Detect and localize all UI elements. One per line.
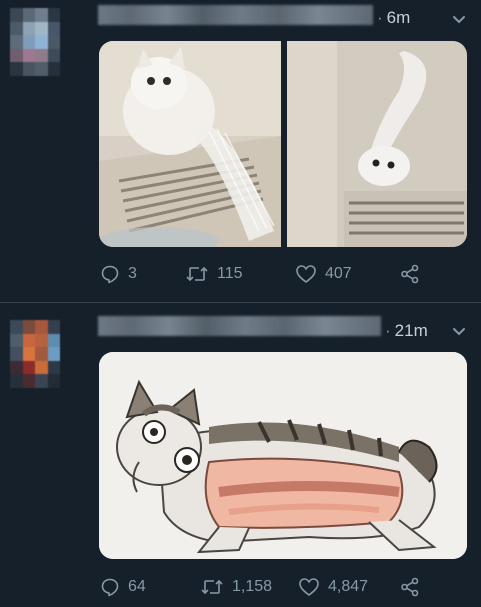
tweet-media[interactable] [99, 352, 467, 559]
share-button[interactable] [400, 262, 428, 286]
chevron-down-icon[interactable] [452, 13, 466, 27]
tweet[interactable]: · 6m 3 115 407 [0, 0, 481, 302]
cat-drawing [99, 352, 467, 559]
reply-button[interactable]: 64 [100, 575, 146, 599]
reply-icon [101, 265, 119, 284]
retweet-button[interactable]: 115 [185, 262, 243, 286]
share-icon [401, 264, 419, 284]
tweet-time[interactable]: · 6m [377, 8, 410, 28]
cat-photos [99, 41, 467, 247]
reply-count: 64 [128, 578, 146, 595]
retweet-count: 1,158 [232, 578, 273, 595]
like-count: 407 [325, 265, 352, 282]
author-name[interactable] [98, 5, 373, 25]
reply-icon [101, 578, 119, 597]
reply-count: 3 [128, 265, 137, 282]
avatar[interactable] [10, 320, 60, 388]
retweet-icon [201, 579, 223, 595]
reply-button[interactable]: 3 [100, 262, 137, 286]
retweet-count: 115 [217, 265, 243, 282]
tweet-media[interactable] [99, 41, 467, 247]
like-button[interactable]: 4,847 [298, 575, 368, 599]
share-button[interactable] [400, 575, 428, 599]
tweet-actions: 64 1,158 4,847 [100, 575, 430, 599]
tweet-actions: 3 115 407 [100, 262, 430, 286]
heart-icon [299, 578, 319, 596]
like-count: 4,847 [328, 578, 369, 595]
tweet-time[interactable]: · 21m [385, 321, 428, 341]
avatar[interactable] [10, 8, 60, 76]
share-icon [401, 577, 419, 597]
chevron-down-icon[interactable] [452, 325, 466, 339]
like-button[interactable]: 407 [295, 262, 352, 286]
time-separator: · [385, 321, 391, 340]
time-separator: · [377, 8, 383, 27]
retweet-icon [186, 266, 208, 282]
author-name[interactable] [98, 316, 381, 336]
retweet-button[interactable]: 1,158 [200, 575, 272, 599]
tweet[interactable]: · 21m 64 1,158 4,847 [0, 302, 481, 607]
heart-icon [296, 265, 316, 283]
